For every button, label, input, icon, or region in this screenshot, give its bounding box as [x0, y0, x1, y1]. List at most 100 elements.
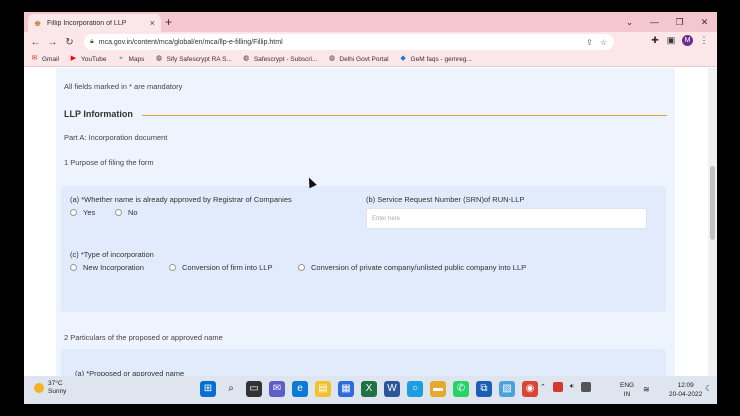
windows-taskbar: 37°C Sunny ⊞ ⌕ ▭ ✉ e ▤ ▦ X W ○ ▬ ✆ ⧉ ▨ ◉…	[24, 376, 717, 404]
gem-icon: ◆	[400, 55, 406, 62]
radio-label: New Incorporation	[83, 263, 144, 272]
radio-no-label: No	[128, 208, 138, 217]
notifications-icon[interactable]: ☾	[705, 384, 712, 393]
side-panel-icon[interactable]: ▣	[663, 35, 679, 46]
browser-tab[interactable]: ♚ Fillip Incorporation of LLP ×	[28, 14, 161, 32]
sun-icon	[34, 383, 44, 393]
radio-yes-label: Yes	[83, 208, 96, 217]
wifi-icon[interactable]: ≋	[643, 385, 650, 394]
scrollbar-thumb[interactable]	[710, 166, 715, 240]
radio-conversion-company[interactable]: Conversion of private company/unlisted p…	[298, 263, 526, 272]
srn-input[interactable]: Enter here	[366, 208, 647, 229]
section-divider	[142, 115, 667, 116]
bookmark-label: GeM faqs - gemreg...	[410, 55, 472, 63]
forward-icon[interactable]: →	[44, 37, 61, 48]
youtube-icon: ▶	[70, 55, 77, 62]
field-a-label: (a) *Whether name is already approved by…	[70, 195, 292, 204]
maps-icon: ⌖	[119, 55, 123, 62]
date: 20-04-2022	[669, 391, 703, 398]
clock[interactable]: 12:09 20-04-2022	[669, 381, 702, 399]
menu-icon[interactable]: ⋮	[696, 35, 712, 46]
bookmark-label: Sify Safescrypt RA S...	[166, 55, 232, 63]
form-card: All fields marked in * are mandatory LLP…	[56, 68, 675, 382]
chrome-icon[interactable]: ◉	[522, 381, 538, 397]
network-app-icon[interactable]: ⧉	[476, 381, 492, 397]
question-2-heading: 2 Particulars of the proposed or approve…	[64, 333, 223, 342]
page-content: All fields marked in * are mandatory LLP…	[24, 68, 717, 382]
lock-icon[interactable]: 🔒︎	[90, 38, 94, 46]
new-tab-button[interactable]: +	[165, 14, 172, 30]
teams-chat-icon[interactable]: ✉	[269, 381, 285, 397]
back-icon[interactable]: ←	[27, 37, 44, 48]
search-icon[interactable]: ⌕	[223, 381, 239, 397]
maximize-button[interactable]: ❐	[667, 12, 692, 32]
close-window-button[interactable]: ✕	[692, 12, 717, 32]
srn-placeholder: Enter here	[372, 215, 401, 222]
tray-app-icon[interactable]	[552, 382, 563, 392]
folder-icon[interactable]: ▬	[430, 381, 446, 397]
bookmark-item[interactable]: ⌖ Maps	[117, 55, 144, 63]
field-c-label: (c) *Type of incorporation	[70, 250, 154, 259]
minimize-button[interactable]: —	[642, 12, 667, 32]
lang-code: ENG	[620, 382, 635, 389]
tray-device-icon[interactable]	[581, 382, 592, 392]
bookmark-item[interactable]: ◍ Sify Safescrypt RA S...	[154, 55, 232, 63]
section-title: LLP Information	[64, 109, 133, 119]
radio-no[interactable]: No	[115, 208, 138, 217]
tray-overflow-icon[interactable]: ⌃	[540, 383, 546, 391]
store-icon[interactable]: ▦	[338, 381, 354, 397]
address-bar[interactable]: 🔒︎ mca.gov.in/content/mca/global/en/mca/…	[84, 34, 614, 50]
file-explorer-icon[interactable]: ▤	[315, 381, 331, 397]
whatsapp-icon[interactable]: ✆	[453, 381, 469, 397]
lang-region: IN	[623, 391, 631, 398]
tab-close-icon[interactable]: ×	[150, 18, 155, 28]
radio-new-incorporation[interactable]: New Incorporation	[70, 263, 144, 272]
taskbar-apps: ⊞ ⌕ ▭ ✉ e ▤ ▦ X W ○ ▬ ✆ ⧉ ▨ ◉	[200, 381, 545, 397]
question-1-heading: 1 Purpose of filing the form	[64, 158, 154, 167]
bookmark-item[interactable]: ▶ YouTube	[69, 55, 107, 63]
excel-icon[interactable]: X	[361, 381, 377, 397]
time: 12:09	[677, 382, 694, 389]
system-tray: ⌃ 🔉︎	[540, 382, 598, 392]
language-indicator[interactable]: ENG IN	[620, 381, 634, 399]
tab-strip: ♚ Fillip Incorporation of LLP × + ⌄ — ❐ …	[24, 12, 717, 32]
word-icon[interactable]: W	[384, 381, 400, 397]
bookmark-item[interactable]: ◍ Delhi Govt Portal	[327, 55, 389, 63]
globe-icon: ◍	[328, 55, 335, 62]
toolbar-actions: ✚ ▣ M ⋮	[647, 35, 712, 46]
radio-circle[interactable]	[70, 264, 77, 271]
bookmark-item[interactable]: ◆ GeM faqs - gemreg...	[399, 55, 472, 63]
bookmark-label: Gmail	[42, 55, 59, 63]
photos-icon[interactable]: ▨	[499, 381, 515, 397]
radio-conversion-firm[interactable]: Conversion of firm into LLP	[169, 263, 272, 272]
radio-yes[interactable]: Yes	[70, 208, 95, 217]
radio-label: Conversion of firm into LLP	[182, 263, 273, 272]
windows-start-icon[interactable]: ⊞	[200, 381, 216, 397]
field-b-label: (b) Service Request Number (SRN)of RUN-L…	[366, 195, 525, 204]
bookmark-star-icon[interactable]: ☆	[600, 38, 607, 47]
radio-circle[interactable]	[298, 264, 305, 271]
weather-widget[interactable]: 37°C Sunny	[34, 380, 66, 396]
globe-icon: ◍	[155, 55, 162, 62]
radio-circle[interactable]	[169, 264, 176, 271]
url-text: mca.gov.in/content/mca/global/en/mca/llp…	[98, 38, 283, 46]
profile-avatar[interactable]: M	[682, 35, 693, 46]
extensions-icon[interactable]: ✚	[647, 35, 663, 46]
purpose-panel: (a) *Whether name is already approved by…	[61, 186, 666, 312]
radio-circle[interactable]	[70, 209, 77, 216]
screen: ♚ Fillip Incorporation of LLP × + ⌄ — ❐ …	[24, 12, 717, 404]
page-scrollbar[interactable]	[708, 68, 717, 382]
tab-search-icon[interactable]: ⌄	[617, 12, 642, 32]
tab-title: Fillip Incorporation of LLP	[47, 19, 127, 27]
task-view-icon[interactable]: ▭	[246, 381, 262, 397]
reload-icon[interactable]: ↻	[61, 37, 78, 48]
bookmark-item[interactable]: ◍ Safescrypt - Subscri...	[242, 55, 318, 63]
volume-icon[interactable]: 🔉︎	[570, 383, 574, 391]
bookmark-label: YouTube	[80, 55, 107, 63]
share-icon[interactable]: ⇪	[586, 38, 593, 47]
app-icon[interactable]: ○	[407, 381, 423, 397]
bookmark-label: Safescrypt - Subscri...	[253, 55, 318, 63]
edge-icon[interactable]: e	[292, 381, 308, 397]
radio-circle[interactable]	[115, 209, 122, 216]
bookmark-item[interactable]: ✉ Gmail	[30, 55, 59, 63]
